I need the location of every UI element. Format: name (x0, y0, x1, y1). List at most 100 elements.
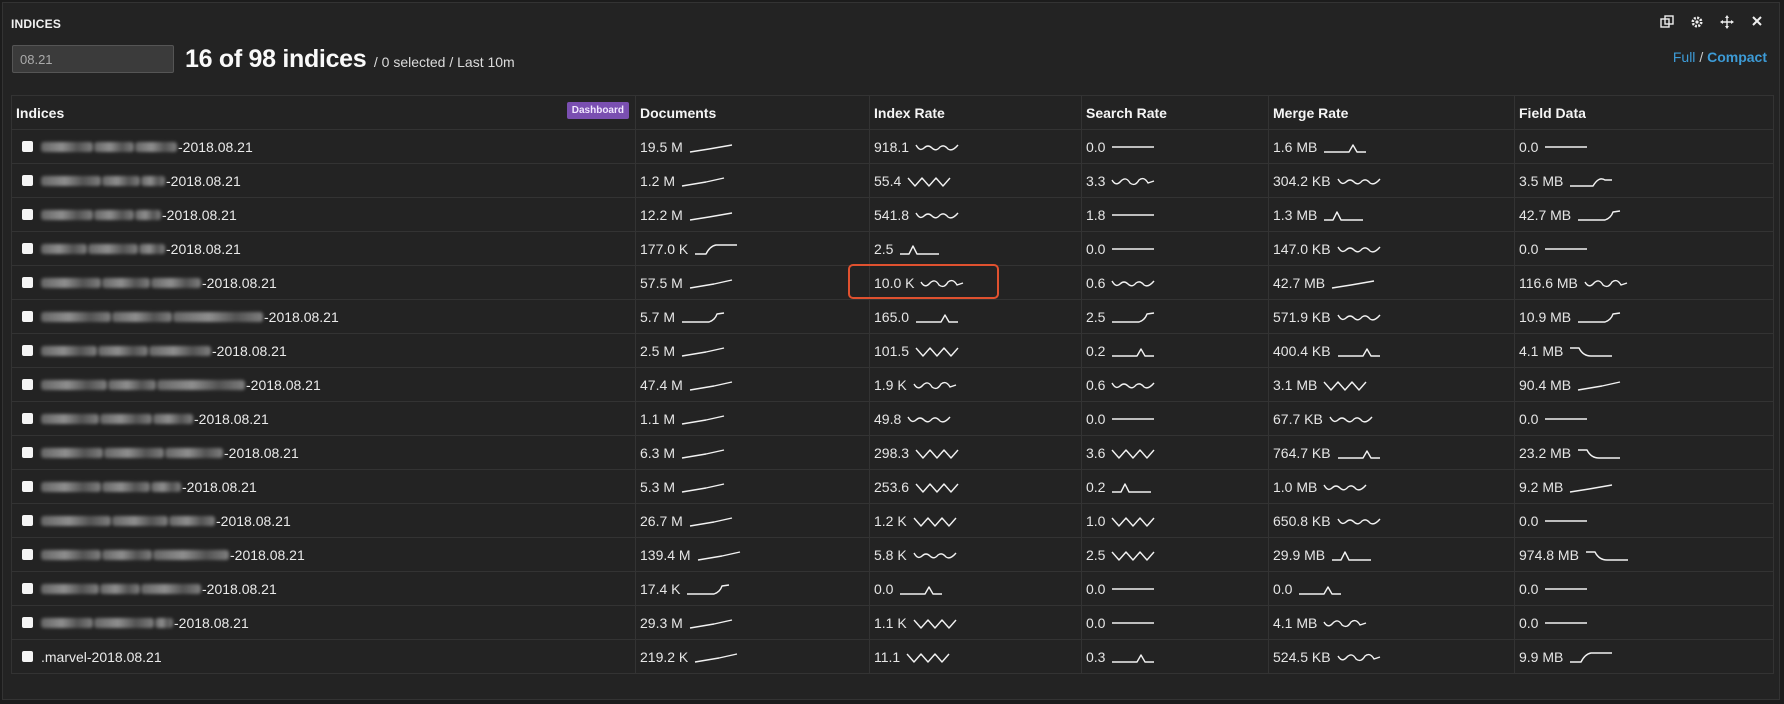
documents-value: 19.5 M (640, 138, 683, 155)
merge-rate-cell: 764.7 KB (1268, 435, 1515, 470)
field-data-value: 974.8 MB (1519, 546, 1579, 563)
redacted-text (104, 447, 164, 458)
documents-sparkline (681, 448, 725, 459)
column-header-search-rate[interactable]: Search Rate (1081, 95, 1269, 130)
index-name[interactable]: -2018.08.21 (216, 513, 291, 529)
index-name[interactable]: -2018.08.21 (174, 615, 249, 631)
index-name[interactable]: -2018.08.21 (230, 547, 305, 563)
index-name[interactable]: -2018.08.21 (182, 479, 257, 495)
redacted-text (102, 481, 150, 492)
table-row[interactable]: -2018.08.21 12.2 M 541.8 1.8 1.3 MB 42.7 MB (11, 197, 1774, 232)
index-name-cell: -2018.08.21 (11, 401, 636, 436)
index-select-checkbox[interactable] (22, 515, 33, 526)
index-filter-input[interactable] (12, 45, 174, 73)
index-rate-sparkline (920, 279, 964, 287)
merge-rate-cell: 524.5 KB (1268, 639, 1515, 674)
merge-rate-value: 571.9 KB (1273, 308, 1331, 325)
index-rate-cell: 0.0 (869, 571, 1082, 606)
table-row[interactable]: .marvel-2018.08.21 219.2 K 11.1 0.3 524.5 KB… (11, 639, 1774, 674)
column-header-documents[interactable]: Documents (635, 95, 870, 130)
column-header-indices[interactable]: Indices Dashboard (11, 95, 636, 130)
table-row[interactable]: -2018.08.21 2.5 M 101.5 0.2 400.4 KB 4.1 MB (11, 333, 1774, 368)
index-select-checkbox[interactable] (22, 413, 33, 424)
move-icon[interactable] (1719, 15, 1735, 31)
dashboard-button[interactable]: Dashboard (566, 102, 629, 119)
field-data-cell: 9.9 MB (1514, 639, 1774, 674)
redacted-text (169, 515, 215, 526)
table-row[interactable]: -2018.08.21 29.3 M 1.1 K 0.0 4.1 MB 0.0 (11, 605, 1774, 640)
index-select-checkbox[interactable] (22, 277, 33, 288)
merge-rate-value: 524.5 KB (1273, 648, 1331, 665)
search-rate-value: 3.3 (1086, 172, 1106, 189)
index-rate-sparkline (913, 552, 957, 559)
close-icon[interactable] (1749, 15, 1765, 31)
index-rate-value: 0.0 (874, 580, 894, 597)
table-row[interactable]: -2018.08.21 17.4 K 0.0 0.0 0.0 0.0 (11, 571, 1774, 606)
column-header-index-rate[interactable]: Index Rate (869, 95, 1082, 130)
index-select-checkbox[interactable] (22, 379, 33, 390)
index-name[interactable]: -2018.08.21 (194, 411, 269, 427)
index-select-checkbox[interactable] (22, 141, 33, 152)
index-select-checkbox[interactable] (22, 617, 33, 628)
index-select-checkbox[interactable] (22, 311, 33, 322)
index-name[interactable]: -2018.08.21 (162, 207, 237, 223)
table-row[interactable]: -2018.08.21 57.5 M 10.0 K 0.6 42.7 MB 116.6 M… (11, 265, 1774, 300)
index-summary: 16 of 98 indices / 0 selected / Last 10m (185, 45, 515, 74)
column-header-field-data[interactable]: Field Data (1514, 95, 1774, 130)
view-compact-link[interactable]: Compact (1707, 49, 1767, 65)
documents-sparkline (689, 380, 732, 391)
redacted-text (135, 209, 161, 220)
redacted-text (153, 549, 229, 560)
field-data-cell: 116.6 MB (1514, 265, 1774, 300)
copy-icon[interactable] (1659, 15, 1675, 31)
index-name-cell: -2018.08.21 (11, 129, 636, 164)
table-row[interactable]: -2018.08.21 6.3 M 298.3 3.6 764.7 KB 23.2 MB (11, 435, 1774, 470)
index-name[interactable]: -2018.08.21 (166, 241, 241, 257)
search-rate-value: 0.3 (1086, 648, 1106, 665)
table-row[interactable]: -2018.08.21 177.0 K 2.5 0.0 147.0 KB 0.0 (11, 231, 1774, 266)
index-select-checkbox[interactable] (22, 583, 33, 594)
search-rate-sparkline (1112, 311, 1155, 323)
index-select-checkbox[interactable] (22, 549, 33, 560)
index-name[interactable]: -2018.08.21 (166, 173, 241, 189)
search-rate-value: 0.0 (1086, 580, 1106, 597)
index-select-checkbox[interactable] (22, 651, 33, 662)
index-select-checkbox[interactable] (22, 175, 33, 186)
documents-sparkline (682, 311, 725, 323)
table-row[interactable]: -2018.08.21 139.4 M 5.8 K 2.5 29.9 MB 974.8 M… (11, 537, 1774, 572)
index-name[interactable]: -2018.08.21 (246, 377, 321, 393)
field-data-cell: 0.0 (1514, 231, 1774, 266)
index-name[interactable]: -2018.08.21 (224, 445, 299, 461)
table-row[interactable]: -2018.08.21 5.3 M 253.6 0.2 1.0 MB 9.2 MB (11, 469, 1774, 504)
index-name[interactable]: -2018.08.21 (178, 139, 253, 155)
index-name[interactable]: -2018.08.21 (202, 275, 277, 291)
view-full-link[interactable]: Full (1673, 49, 1696, 65)
index-select-checkbox[interactable] (22, 481, 33, 492)
gear-icon[interactable] (1689, 15, 1705, 31)
table-row[interactable]: -2018.08.21 19.5 M 918.1 0.0 1.6 MB 0.0 (11, 129, 1774, 164)
index-name[interactable]: -2018.08.21 (264, 309, 339, 325)
search-rate-sparkline (1112, 347, 1155, 357)
index-select-checkbox[interactable] (22, 447, 33, 458)
documents-cell: 1.2 M (635, 163, 870, 198)
index-select-checkbox[interactable] (22, 209, 33, 220)
table-row[interactable]: -2018.08.21 5.7 M 165.0 2.5 571.9 KB 10.9 MB (11, 299, 1774, 334)
index-select-checkbox[interactable] (22, 243, 33, 254)
index-name[interactable]: -2018.08.21 (212, 343, 287, 359)
column-header-merge-rate[interactable]: Merge Rate (1268, 95, 1515, 130)
table-row[interactable]: -2018.08.21 47.4 M 1.9 K 0.6 3.1 MB 90.4 MB (11, 367, 1774, 402)
table-row[interactable]: -2018.08.21 1.1 M 49.8 0.0 67.7 KB 0.0 (11, 401, 1774, 436)
table-row[interactable]: -2018.08.21 1.2 M 55.4 3.3 304.2 KB 3.5 MB (11, 163, 1774, 198)
field-data-sparkline (1545, 145, 1588, 148)
search-rate-cell: 0.0 (1081, 401, 1269, 436)
index-select-checkbox[interactable] (22, 345, 33, 356)
field-data-value: 0.0 (1519, 410, 1539, 427)
index-name[interactable]: .marvel-2018.08.21 (41, 649, 162, 665)
search-rate-value: 0.0 (1086, 614, 1106, 631)
documents-value: 26.7 M (640, 512, 683, 529)
search-rate-value: 0.2 (1086, 478, 1106, 495)
search-rate-cell: 0.0 (1081, 571, 1269, 606)
search-rate-cell: 0.0 (1081, 231, 1269, 266)
table-row[interactable]: -2018.08.21 26.7 M 1.2 K 1.0 650.8 KB 0.0 (11, 503, 1774, 538)
index-name[interactable]: -2018.08.21 (202, 581, 277, 597)
